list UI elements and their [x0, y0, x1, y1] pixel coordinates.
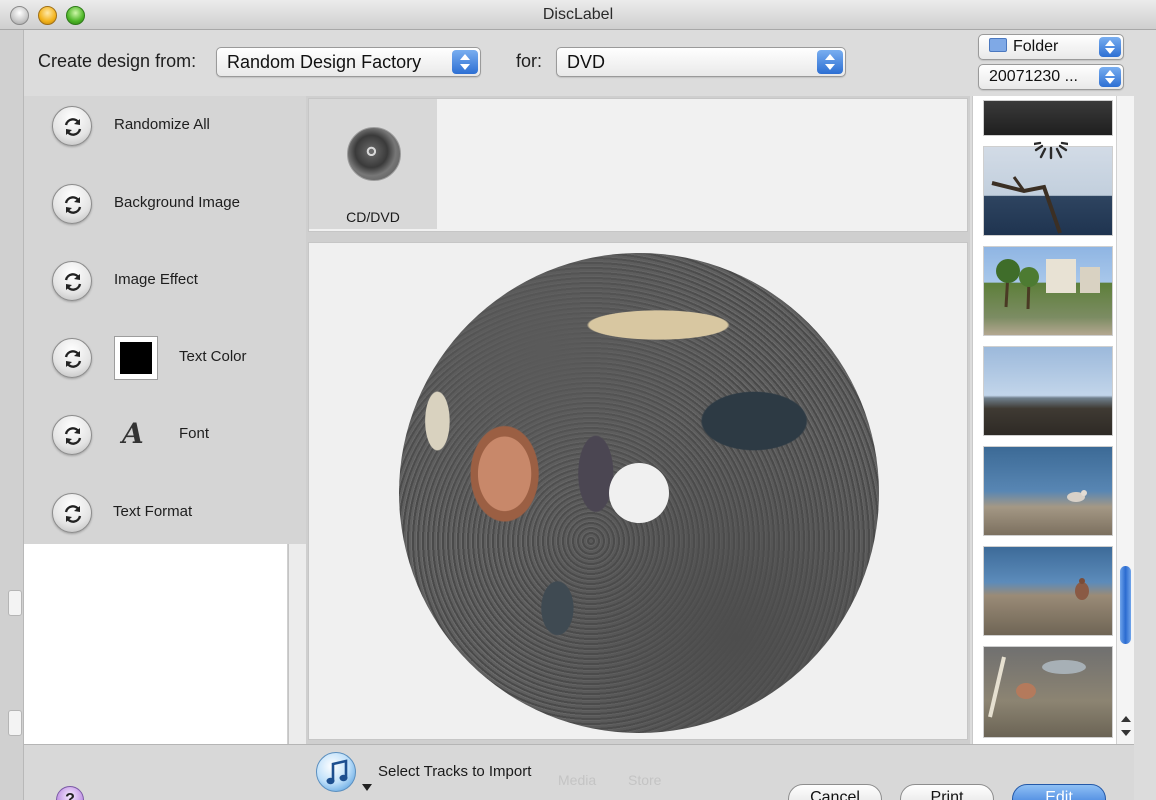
select-stepper-icon [1099, 37, 1121, 57]
randomize-image-effect-button[interactable] [52, 261, 92, 301]
title-bar: DiscLabel [0, 0, 1156, 30]
refresh-icon [64, 427, 82, 445]
option-label: Font [179, 425, 210, 442]
cancel-button[interactable]: Cancel [788, 784, 882, 800]
photo-thumbnail[interactable] [983, 646, 1113, 738]
window-right-edge [1134, 30, 1156, 800]
randomize-font-button[interactable] [52, 415, 92, 455]
disc-center-hole [609, 463, 669, 523]
photo-thumbnail[interactable] [983, 100, 1113, 136]
shells-image [988, 656, 1086, 718]
itunes-import-button[interactable] [316, 752, 356, 792]
scrollbar-thumb[interactable] [1120, 566, 1131, 644]
randomize-text-format-button[interactable] [52, 493, 92, 533]
option-label: Text Format [113, 503, 193, 520]
faded-tab-store: Store [628, 772, 662, 788]
randomize-options-panel: Randomize All Background Image Image Eff… [24, 96, 306, 544]
disclabel-window: DiscLabel Create design from: Random Des… [0, 0, 1156, 800]
faded-tab-media: Media [558, 772, 597, 788]
folder-select[interactable]: 20071230 ... [978, 64, 1124, 90]
dropdown-caret-icon[interactable] [362, 784, 372, 791]
refresh-icon [64, 505, 82, 523]
text-color-swatch-fill [120, 342, 152, 374]
window-title: DiscLabel [542, 6, 614, 23]
media-type-value: DVD [567, 52, 606, 72]
print-button[interactable]: Print [900, 784, 994, 800]
option-randomize-all: Randomize All [52, 104, 302, 148]
refresh-icon [64, 196, 82, 214]
refresh-icon [64, 350, 82, 368]
music-note-icon [326, 759, 348, 785]
option-label: Randomize All [114, 116, 210, 133]
scroll-down-arrow-icon[interactable] [1121, 730, 1131, 736]
image-source-value: Folder [1013, 38, 1059, 55]
select-stepper-icon [817, 50, 843, 74]
photo-scrollbar[interactable] [1116, 96, 1134, 744]
randomize-all-button[interactable] [52, 106, 92, 146]
randomize-text-color-button[interactable] [52, 338, 92, 378]
image-source-select[interactable]: Folder [978, 34, 1124, 60]
option-label: Text Color [179, 348, 247, 365]
randomize-background-button[interactable] [52, 184, 92, 224]
disc-label-preview[interactable] [399, 253, 879, 733]
left-scrollbar[interactable] [288, 544, 306, 744]
select-stepper-icon [1099, 67, 1121, 87]
photo-thumbnail[interactable] [983, 546, 1113, 636]
folder-value: 20071230 ... [989, 68, 1078, 85]
option-text-color: Text Color [52, 336, 302, 380]
design-toolbar: Create design from: Random Design Factor… [24, 30, 1156, 96]
media-type-select[interactable]: DVD [556, 47, 846, 77]
option-font: A Font [52, 413, 302, 457]
refresh-icon [64, 273, 82, 291]
create-design-label: Create design from: [38, 51, 197, 71]
select-stepper-icon [452, 50, 478, 74]
refresh-icon [64, 118, 82, 136]
template-label: CD/DVD [346, 209, 400, 225]
bird-image [1075, 578, 1089, 600]
option-text-format: Text Format [52, 491, 302, 535]
template-strip: CD/DVD [308, 98, 968, 232]
folder-icon [989, 38, 1007, 52]
palm-tree-image [996, 259, 1100, 310]
option-label: Background Image [114, 194, 240, 211]
photo-thumbnail[interactable] [983, 246, 1113, 336]
edit-button[interactable]: Edit [1012, 784, 1106, 800]
option-image-effect: Image Effect [52, 259, 302, 303]
label-canvas[interactable] [308, 242, 968, 740]
text-color-swatch[interactable] [114, 336, 158, 380]
font-picker-icon[interactable]: A [122, 417, 144, 450]
driftwood-image [991, 176, 1062, 234]
design-source-select[interactable]: Random Design Factory [216, 47, 481, 77]
loading-spinner-icon [1034, 141, 1068, 160]
option-background-image: Background Image [52, 182, 302, 226]
photo-browser [972, 96, 1116, 744]
design-area: CD/DVD [306, 96, 970, 744]
select-tracks-label[interactable]: Select Tracks to Import [378, 763, 531, 780]
option-label: Image Effect [114, 271, 198, 288]
disc-template-icon [347, 127, 401, 181]
design-source-value: Random Design Factory [227, 52, 422, 72]
photo-thumbnail[interactable] [983, 446, 1113, 536]
scroll-up-arrow-icon[interactable] [1121, 716, 1131, 722]
background-window-edge [0, 30, 24, 800]
left-empty-list[interactable] [24, 544, 288, 744]
seagull-image [1067, 490, 1087, 502]
background-window-control [8, 590, 22, 616]
photo-thumbnail[interactable] [983, 346, 1113, 436]
background-window-control [8, 710, 22, 736]
template-cd-dvd[interactable]: CD/DVD [309, 99, 437, 229]
for-label: for: [516, 51, 543, 71]
